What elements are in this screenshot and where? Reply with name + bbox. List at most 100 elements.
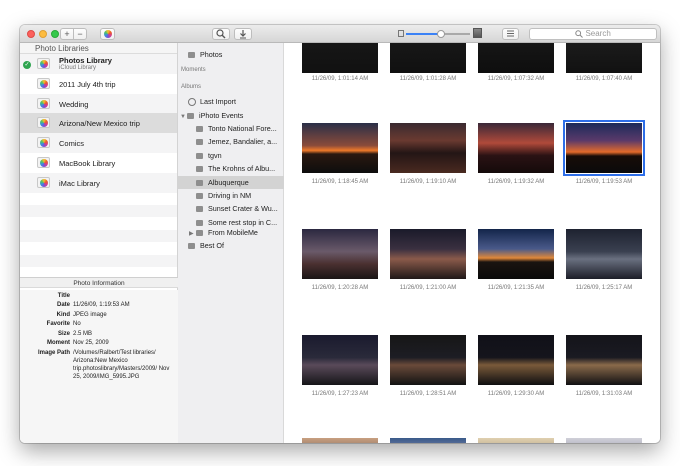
add-library-button[interactable]: + xyxy=(60,28,74,40)
source-last-import[interactable]: Last Import xyxy=(178,95,284,108)
source-iphoto-events[interactable]: ▼ iPhoto Events xyxy=(178,109,284,122)
event-item[interactable]: Albuquerque xyxy=(178,175,284,189)
folder-icon xyxy=(196,230,203,237)
library-icon xyxy=(37,58,50,69)
checkmark-icon: ✓ xyxy=(23,61,31,69)
photo-thumbnail[interactable] xyxy=(302,123,378,173)
remove-library-button[interactable]: − xyxy=(73,28,87,40)
photo-thumbnail[interactable] xyxy=(302,229,378,279)
info-key: Image Path xyxy=(37,349,70,356)
disclosure-open-icon: ▼ xyxy=(180,114,186,120)
photo-thumbnail[interactable] xyxy=(390,335,466,385)
event-name: Albuquerque xyxy=(208,177,249,187)
photo-thumbnail[interactable] xyxy=(390,123,466,173)
magnifier-icon xyxy=(216,29,226,39)
library-pane-header: Photo Libraries xyxy=(20,43,177,54)
info-value: 2.5 MB xyxy=(73,330,93,337)
event-name: Sunset Crater & Wu... xyxy=(208,204,278,214)
photo-thumbnail[interactable] xyxy=(566,335,642,385)
thumbnail-size-slider[interactable] xyxy=(406,30,470,38)
folder-icon xyxy=(196,166,203,173)
event-name: Tonto National Fore... xyxy=(208,124,277,133)
library-list: ✓ Photos Library iCloud Library 2011 July 4… xyxy=(20,54,177,267)
photos-icon xyxy=(188,52,195,59)
library-icon xyxy=(37,137,50,149)
event-item[interactable]: The Krohns of Albu... xyxy=(178,162,284,175)
event-item[interactable]: Tonto National Fore... xyxy=(178,122,284,135)
library-item[interactable]: iMac Library xyxy=(20,172,177,193)
photo-caption: 11/26/09, 1:20:28 AM xyxy=(311,285,369,291)
library-name: 2011 July 4th trip xyxy=(59,79,116,89)
photos-app-icon xyxy=(103,30,112,38)
photo-thumbnail[interactable] xyxy=(478,43,554,73)
library-item[interactable]: Comics xyxy=(20,133,177,153)
minimize-button[interactable] xyxy=(39,30,47,38)
disclosure-closed-icon: ▶ xyxy=(189,231,194,237)
photo-thumbnail[interactable] xyxy=(566,229,642,279)
info-value: No xyxy=(73,321,81,327)
info-key: Favorite xyxy=(46,321,70,327)
info-value: /Volumes/Ralbert/Test libraries/ Arizona… xyxy=(73,349,170,380)
photo-info-panel: Title Date 11/26/09, 1:19:53 AM Kind JPEG im… xyxy=(20,290,178,443)
close-button[interactable] xyxy=(27,30,35,38)
open-in-photos-button[interactable] xyxy=(100,28,115,40)
library-item[interactable]: ✓ Photos Library iCloud Library xyxy=(20,54,177,74)
slider-thumb[interactable] xyxy=(437,30,446,38)
photo-caption: 11/26/09, 1:25:17 AM xyxy=(575,285,633,291)
photo-thumbnail[interactable] xyxy=(566,43,642,73)
photo-caption: 11/26/09, 1:29:30 AM xyxy=(487,391,545,397)
library-name: Arizona/New Mexico trip xyxy=(59,119,140,129)
photo-thumbnail[interactable] xyxy=(478,438,554,443)
photo-caption: 11/26/09, 1:21:35 AM xyxy=(487,285,545,291)
source-best-of[interactable]: Best Of xyxy=(178,239,284,252)
photo-thumbnail[interactable] xyxy=(478,229,554,279)
event-item[interactable]: Driving in NM xyxy=(178,189,284,202)
photo-caption: 11/26/09, 1:19:32 AM xyxy=(487,179,545,185)
info-row: Image Path/Volumes/Ralbert/Test librarie… xyxy=(20,349,178,381)
photo-thumbnail[interactable] xyxy=(390,438,466,443)
photo-thumbnail[interactable] xyxy=(390,229,466,279)
info-key: Kind xyxy=(56,311,70,318)
empty-row xyxy=(20,193,177,205)
event-name: Driving in NM xyxy=(208,191,252,200)
event-item[interactable]: Jemez, Bandalier, a... xyxy=(178,135,284,148)
library-icon xyxy=(37,176,50,188)
folder-icon xyxy=(187,113,194,120)
library-item[interactable]: Wedding xyxy=(20,93,177,114)
library-name: Comics xyxy=(59,139,85,149)
library-icon xyxy=(37,156,50,168)
photo-thumbnail[interactable] xyxy=(302,438,378,443)
event-name: The Krohns of Albu... xyxy=(208,164,276,174)
source-from-mobileme[interactable]: ▶ From MobileMe xyxy=(178,226,284,239)
event-name: tgvn xyxy=(208,150,222,160)
library-item[interactable]: Arizona/New Mexico trip xyxy=(20,113,177,134)
info-key: Size xyxy=(57,330,70,337)
info-value: JPEG image xyxy=(73,311,107,318)
event-item[interactable]: Sunset Crater & Wu... xyxy=(178,202,284,215)
info-key: Moment xyxy=(47,340,70,346)
photo-thumbnail[interactable] xyxy=(478,123,554,173)
photo-thumbnail[interactable] xyxy=(302,43,378,73)
info-row: Moment Nov 25, 2009 xyxy=(20,339,178,347)
photo-thumbnail[interactable] xyxy=(563,120,645,176)
quick-look-button[interactable] xyxy=(212,28,230,40)
photo-thumbnail[interactable] xyxy=(390,43,466,73)
photo-thumbnail[interactable] xyxy=(302,335,378,385)
photo-thumbnail[interactable] xyxy=(566,438,642,443)
library-subtitle: iCloud Library xyxy=(59,65,97,71)
folder-icon xyxy=(196,179,203,186)
photo-info-header: Photo Information xyxy=(20,277,178,288)
list-view-button[interactable] xyxy=(502,28,519,40)
search-field[interactable]: Search xyxy=(529,28,657,40)
info-key: Date xyxy=(56,302,70,308)
photo-caption: 11/26/09, 1:07:40 AM xyxy=(575,76,633,82)
library-item[interactable]: MacBook Library xyxy=(20,152,177,173)
library-item[interactable]: 2011 July 4th trip xyxy=(20,73,177,94)
photo-thumbnail[interactable] xyxy=(478,335,554,385)
event-item[interactable]: tgvn xyxy=(178,149,284,162)
zoom-button[interactable] xyxy=(51,30,59,38)
photo-caption: 11/26/09, 1:27:23 AM xyxy=(311,391,369,397)
info-value: Nov 25, 2009 xyxy=(73,340,109,346)
export-button[interactable] xyxy=(234,28,252,40)
source-photos[interactable]: Photos xyxy=(178,48,284,61)
